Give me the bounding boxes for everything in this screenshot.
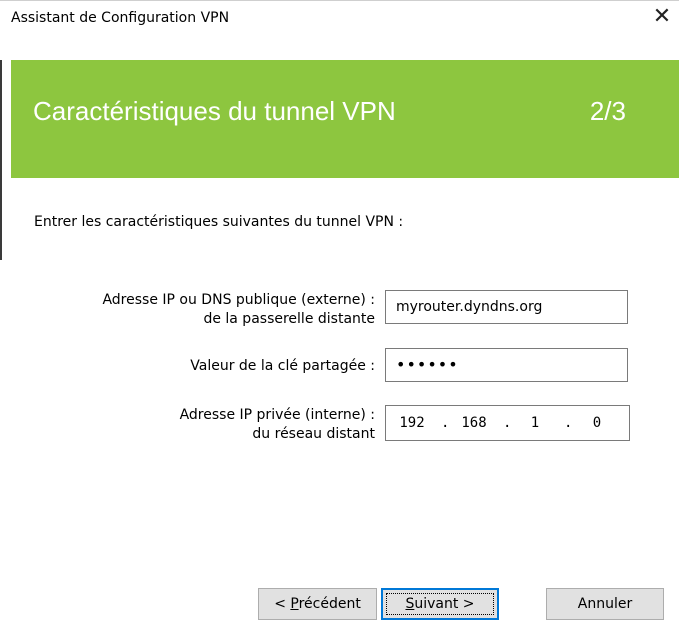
next-button[interactable]: Suivant > bbox=[381, 588, 499, 620]
public-ip-label-line1: Adresse IP ou DNS publique (externe) : bbox=[102, 292, 375, 308]
window-title: Assistant de Configuration VPN bbox=[11, 10, 230, 26]
public-ip-label: Adresse IP ou DNS publique (externe) : d… bbox=[102, 291, 375, 329]
previous-button-label: récédent bbox=[298, 596, 361, 612]
previous-button[interactable]: < Précédent bbox=[258, 588, 377, 620]
ip-octet-4[interactable]: 0 bbox=[579, 415, 615, 431]
vpn-wizard-window: Assistant de Configuration VPN ✕ Caracté… bbox=[0, 0, 679, 633]
public-ip-input[interactable]: myrouter.dyndns.org bbox=[385, 290, 628, 324]
ip-octet-1[interactable]: 192 bbox=[394, 415, 430, 431]
private-ip-label-line1: Adresse IP privée (interne) : bbox=[179, 407, 375, 423]
cancel-button[interactable]: Annuler bbox=[546, 588, 664, 620]
step-indicator: 2/3 bbox=[589, 96, 626, 126]
intro-text: Entrer les caractéristiques suivantes du… bbox=[34, 214, 404, 230]
previous-button-prefix: < bbox=[274, 596, 291, 612]
private-ip-label-line2: du réseau distant bbox=[252, 426, 375, 442]
ip-separator: . bbox=[441, 415, 450, 431]
private-ip-label: Adresse IP privée (interne) : du réseau … bbox=[180, 406, 375, 444]
public-ip-value: myrouter.dyndns.org bbox=[396, 299, 543, 315]
ip-octet-3[interactable]: 1 bbox=[517, 415, 553, 431]
shared-key-input[interactable]: •••••• bbox=[385, 348, 628, 382]
ip-separator: . bbox=[564, 415, 573, 431]
ip-octet-2[interactable]: 168 bbox=[456, 415, 492, 431]
title-bar: Assistant de Configuration VPN ✕ bbox=[0, 0, 679, 33]
close-icon[interactable]: ✕ bbox=[645, 1, 679, 33]
window-edge bbox=[0, 60, 2, 260]
shared-key-value: •••••• bbox=[396, 355, 459, 374]
page-title: Caractéristiques du tunnel VPN bbox=[33, 96, 396, 126]
header-banner: Caractéristiques du tunnel VPN 2/3 bbox=[11, 60, 679, 178]
shared-key-label: Valeur de la clé partagée : bbox=[190, 358, 375, 374]
previous-button-mnemonic: P bbox=[290, 596, 299, 612]
focus-rectangle bbox=[386, 593, 494, 615]
ip-separator: . bbox=[503, 415, 512, 431]
public-ip-label-line2: de la passerelle distante bbox=[203, 311, 375, 327]
private-ip-input[interactable]: 192 . 168 . 1 . 0 bbox=[385, 405, 630, 441]
